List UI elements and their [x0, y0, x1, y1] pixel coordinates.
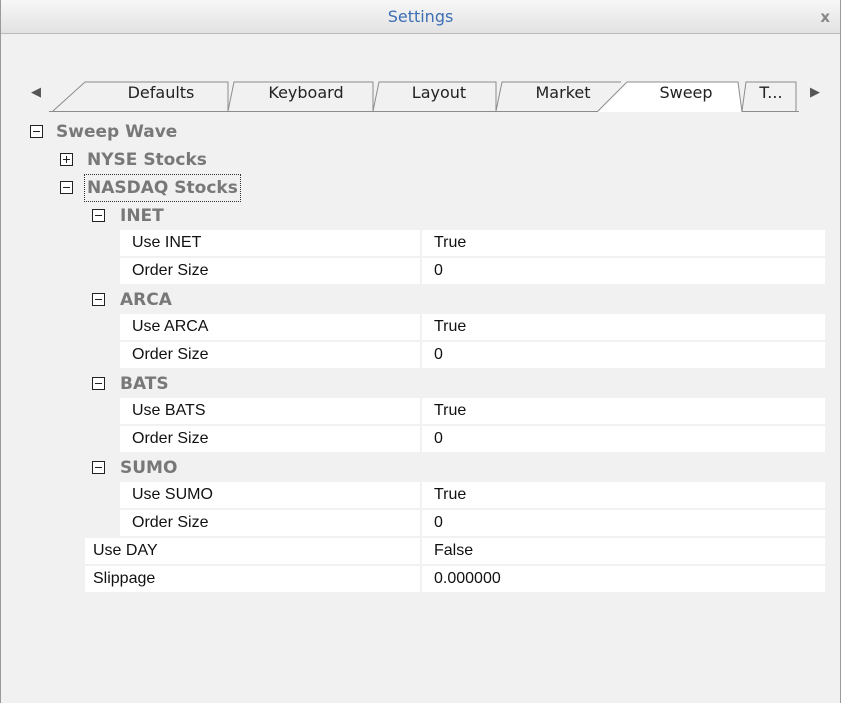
- property-name: Order Size: [132, 262, 209, 279]
- tab-baseline-right: [742, 111, 799, 112]
- property-name-cell[interactable]: Use ARCA: [120, 314, 420, 342]
- category-label: NASDAQ Stocks: [84, 174, 241, 202]
- property-value[interactable]: True: [434, 482, 466, 508]
- category-sweep-wave[interactable]: Sweep Wave: [25, 118, 825, 146]
- property-name: Use INET: [132, 234, 202, 251]
- property-name-cell[interactable]: Slippage: [85, 566, 420, 594]
- category-label: NYSE Stocks: [87, 150, 207, 170]
- property-value[interactable]: False: [434, 538, 473, 564]
- property-value-cell[interactable]: 0: [422, 258, 825, 286]
- property-name: Order Size: [132, 514, 209, 531]
- property-name: Use BATS: [132, 402, 206, 419]
- property-name-cell[interactable]: Order Size: [120, 510, 420, 538]
- category-nasdaq-stocks[interactable]: NASDAQ Stocks: [25, 174, 825, 202]
- scroll-right-icon[interactable]: ▶: [804, 81, 826, 103]
- property-value[interactable]: 0: [434, 426, 443, 452]
- close-icon[interactable]: x: [820, 0, 830, 34]
- property-value-cell[interactable]: False: [422, 538, 825, 566]
- property-name: Order Size: [132, 430, 209, 447]
- property-name: Order Size: [132, 346, 209, 363]
- collapse-icon[interactable]: [92, 209, 105, 222]
- property-name-cell[interactable]: Use INET: [120, 230, 420, 258]
- property-value-cell[interactable]: True: [422, 398, 825, 426]
- tab-sweep[interactable]: Sweep: [641, 80, 731, 106]
- property-name-cell[interactable]: Use DAY: [85, 538, 420, 566]
- tab-market[interactable]: Market: [523, 80, 603, 106]
- property-value[interactable]: True: [434, 230, 466, 256]
- collapse-icon[interactable]: [30, 125, 43, 138]
- category-bats[interactable]: BATS: [25, 370, 825, 398]
- property-name-cell[interactable]: Order Size: [120, 426, 420, 454]
- property-name: Use ARCA: [132, 318, 209, 335]
- property-value-cell[interactable]: True: [422, 230, 825, 258]
- collapse-icon[interactable]: [92, 293, 105, 306]
- property-name-cell[interactable]: Use BATS: [120, 398, 420, 426]
- category-label: SUMO: [120, 458, 178, 478]
- category-arca[interactable]: ARCA: [25, 286, 825, 314]
- tab-layout[interactable]: Layout: [389, 80, 489, 106]
- tab-defaults[interactable]: Defaults: [111, 80, 211, 106]
- property-value-cell[interactable]: 0: [422, 426, 825, 454]
- category-label: INET: [120, 206, 164, 226]
- title-bar[interactable]: Settings x: [1, 0, 840, 34]
- property-name-cell[interactable]: Order Size: [120, 258, 420, 286]
- property-value[interactable]: 0: [434, 342, 443, 368]
- property-value-cell[interactable]: 0: [422, 342, 825, 370]
- property-value[interactable]: 0: [434, 258, 443, 284]
- property-value[interactable]: True: [434, 314, 466, 340]
- expand-icon[interactable]: [60, 153, 73, 166]
- collapse-icon[interactable]: [92, 461, 105, 474]
- tab-keyboard[interactable]: Keyboard: [246, 80, 366, 106]
- property-value-cell[interactable]: 0: [422, 510, 825, 538]
- collapse-icon[interactable]: [92, 377, 105, 390]
- collapse-icon[interactable]: [60, 181, 73, 194]
- property-name: Slippage: [93, 570, 156, 587]
- category-inet[interactable]: INET: [25, 202, 825, 230]
- category-nyse-stocks[interactable]: NYSE Stocks: [25, 146, 825, 174]
- property-name-cell[interactable]: Use SUMO: [120, 482, 420, 510]
- property-name-cell[interactable]: Order Size: [120, 342, 420, 370]
- property-name: Use DAY: [93, 542, 158, 559]
- property-value-cell[interactable]: True: [422, 314, 825, 342]
- category-sumo[interactable]: SUMO: [25, 454, 825, 482]
- property-grid: Sweep Wave NYSE Stocks NASDAQ Stocks INE…: [25, 118, 825, 703]
- tab-baseline-left: [49, 111, 597, 112]
- tab-strip: ◀ Defaults Keyboard Layout Market Sweep: [1, 68, 840, 112]
- property-name: Use SUMO: [132, 486, 213, 503]
- tab-t-truncated[interactable]: T...: [749, 80, 793, 106]
- property-value-cell[interactable]: 0.000000: [422, 566, 825, 594]
- property-value[interactable]: 0.000000: [434, 566, 501, 592]
- property-value-cell[interactable]: True: [422, 482, 825, 510]
- property-value[interactable]: True: [434, 398, 466, 424]
- category-label: Sweep Wave: [56, 122, 178, 142]
- category-label: BATS: [120, 374, 169, 394]
- category-label: ARCA: [120, 290, 172, 310]
- property-value[interactable]: 0: [434, 510, 443, 536]
- window-title: Settings: [387, 7, 454, 26]
- settings-window: Settings x ◀ Defaults Keyboard Layout Ma…: [0, 0, 841, 703]
